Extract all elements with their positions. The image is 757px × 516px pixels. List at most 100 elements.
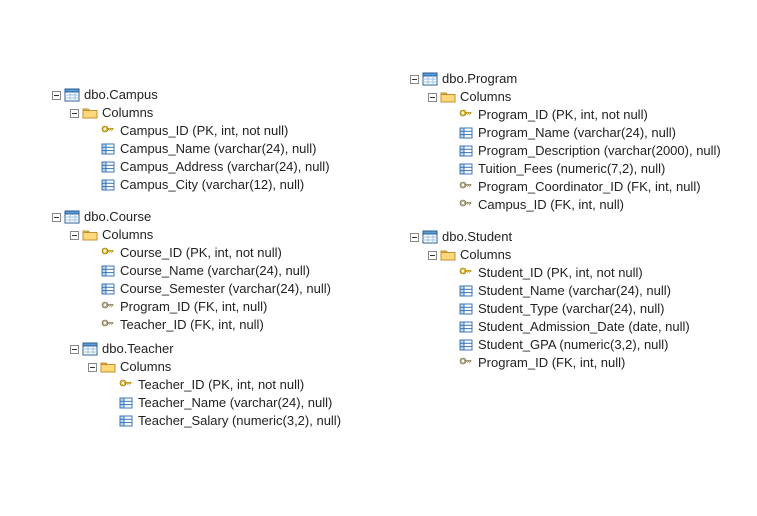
tree-node[interactable]: dbo.Campus: [50, 86, 341, 104]
column-label: Campus_City (varchar(12), null): [120, 176, 304, 194]
tree-node[interactable]: Program_Coordinator_ID (FK, int, null): [408, 178, 721, 196]
expand-spacer: [444, 339, 456, 351]
expand-toggle[interactable]: [408, 231, 420, 243]
expand-toggle[interactable]: [68, 229, 80, 241]
column-label: Campus_Name (varchar(24), null): [120, 140, 317, 158]
tree-node[interactable]: Teacher_ID (FK, int, null): [50, 316, 341, 334]
tree-node[interactable]: Program_Name (varchar(24), null): [408, 124, 721, 142]
column-label: Program_ID (FK, int, null): [120, 298, 267, 316]
tree-node[interactable]: dbo.Teacher: [50, 340, 341, 358]
tree-node[interactable]: Student_Admission_Date (date, null): [408, 318, 721, 336]
expand-spacer: [444, 303, 456, 315]
expand-toggle[interactable]: [68, 343, 80, 355]
tree-node-label: dbo.Campus: [84, 86, 158, 104]
tree-node[interactable]: Program_ID (FK, int, null): [408, 354, 721, 372]
tree-node[interactable]: Program_Description (varchar(2000), null…: [408, 142, 721, 160]
tree-node[interactable]: Columns: [50, 104, 341, 122]
expand-toggle[interactable]: [426, 249, 438, 261]
folder-icon: [82, 227, 98, 243]
tree-node[interactable]: Teacher_Salary (numeric(3,2), null): [50, 412, 341, 430]
expand-spacer: [444, 357, 456, 369]
column-icon: [458, 319, 474, 335]
tree-node[interactable]: Columns: [50, 358, 341, 376]
expand-spacer: [86, 283, 98, 295]
column-label: Teacher_Salary (numeric(3,2), null): [138, 412, 341, 430]
column-label: Program_Name (varchar(24), null): [478, 124, 676, 142]
column-label: Program_ID (FK, int, null): [478, 354, 625, 372]
column-icon: [100, 141, 116, 157]
column-label: Program_Description (varchar(2000), null…: [478, 142, 721, 160]
column-icon: [458, 125, 474, 141]
column-icon: [100, 159, 116, 175]
expand-toggle[interactable]: [50, 89, 62, 101]
column-label: Campus_ID (FK, int, null): [478, 196, 624, 214]
expand-toggle[interactable]: [426, 91, 438, 103]
foreign-key-icon: [458, 197, 474, 213]
column-icon: [458, 283, 474, 299]
expand-spacer: [444, 181, 456, 193]
tree-node[interactable]: Tuition_Fees (numeric(7,2), null): [408, 160, 721, 178]
expand-spacer: [104, 379, 116, 391]
expand-spacer: [86, 161, 98, 173]
tree-node[interactable]: Program_ID (FK, int, null): [50, 298, 341, 316]
expand-spacer: [104, 415, 116, 427]
tree-node[interactable]: Student_Type (varchar(24), null): [408, 300, 721, 318]
column-label: Campus_Address (varchar(24), null): [120, 158, 330, 176]
tree-node[interactable]: Columns: [408, 88, 721, 106]
tree-node[interactable]: Student_GPA (numeric(3,2), null): [408, 336, 721, 354]
tree-node[interactable]: dbo.Course: [50, 208, 341, 226]
tree-node[interactable]: Program_ID (PK, int, not null): [408, 106, 721, 124]
tree-node[interactable]: Columns: [408, 246, 721, 264]
column-label: Student_Name (varchar(24), null): [478, 282, 671, 300]
tree-node[interactable]: dbo.Program: [408, 70, 721, 88]
tree-node[interactable]: Campus_Address (varchar(24), null): [50, 158, 341, 176]
tree-node[interactable]: Course_Name (varchar(24), null): [50, 262, 341, 280]
expand-spacer: [444, 267, 456, 279]
tree-node[interactable]: dbo.Student: [408, 228, 721, 246]
table-icon: [64, 87, 80, 103]
column-icon: [458, 143, 474, 159]
tree-node-label: dbo.Student: [442, 228, 512, 246]
expand-spacer: [444, 285, 456, 297]
expand-toggle[interactable]: [408, 73, 420, 85]
tree-node[interactable]: Campus_ID (FK, int, null): [408, 196, 721, 214]
tree-canvas: dbo.CampusColumnsCampus_ID (PK, int, not…: [0, 0, 757, 516]
column-label: Teacher_Name (varchar(24), null): [138, 394, 332, 412]
expand-spacer: [104, 397, 116, 409]
column-label: Student_ID (PK, int, not null): [478, 264, 643, 282]
tree-node[interactable]: Teacher_ID (PK, int, not null): [50, 376, 341, 394]
column-icon: [458, 337, 474, 353]
tree-node[interactable]: Course_Semester (varchar(24), null): [50, 280, 341, 298]
column-icon: [100, 263, 116, 279]
primary-key-icon: [458, 107, 474, 123]
primary-key-icon: [118, 377, 134, 393]
folder-icon: [82, 105, 98, 121]
tree-node-label: dbo.Program: [442, 70, 517, 88]
expand-toggle[interactable]: [50, 211, 62, 223]
expand-spacer: [86, 247, 98, 259]
column-icon: [118, 413, 134, 429]
right-pane: dbo.ProgramColumnsProgram_ID (PK, int, n…: [408, 70, 721, 372]
expand-spacer: [86, 143, 98, 155]
expand-spacer: [444, 109, 456, 121]
folder-icon: [440, 247, 456, 263]
tree-node-label: Columns: [120, 358, 171, 376]
tree-node[interactable]: Student_ID (PK, int, not null): [408, 264, 721, 282]
tree-node[interactable]: Campus_Name (varchar(24), null): [50, 140, 341, 158]
tree-node[interactable]: Columns: [50, 226, 341, 244]
tree-node[interactable]: Student_Name (varchar(24), null): [408, 282, 721, 300]
tree-node[interactable]: Teacher_Name (varchar(24), null): [50, 394, 341, 412]
column-icon: [100, 177, 116, 193]
tree-node-label: Columns: [102, 226, 153, 244]
column-icon: [458, 301, 474, 317]
expand-toggle[interactable]: [86, 361, 98, 373]
tree-node[interactable]: Course_ID (PK, int, not null): [50, 244, 341, 262]
tree-node-label: Columns: [102, 104, 153, 122]
column-label: Course_Name (varchar(24), null): [120, 262, 310, 280]
tree-node[interactable]: Campus_City (varchar(12), null): [50, 176, 341, 194]
tree-node[interactable]: Campus_ID (PK, int, not null): [50, 122, 341, 140]
expand-toggle[interactable]: [68, 107, 80, 119]
column-label: Program_Coordinator_ID (FK, int, null): [478, 178, 701, 196]
table-icon: [82, 341, 98, 357]
left-pane: dbo.CampusColumnsCampus_ID (PK, int, not…: [50, 86, 341, 430]
